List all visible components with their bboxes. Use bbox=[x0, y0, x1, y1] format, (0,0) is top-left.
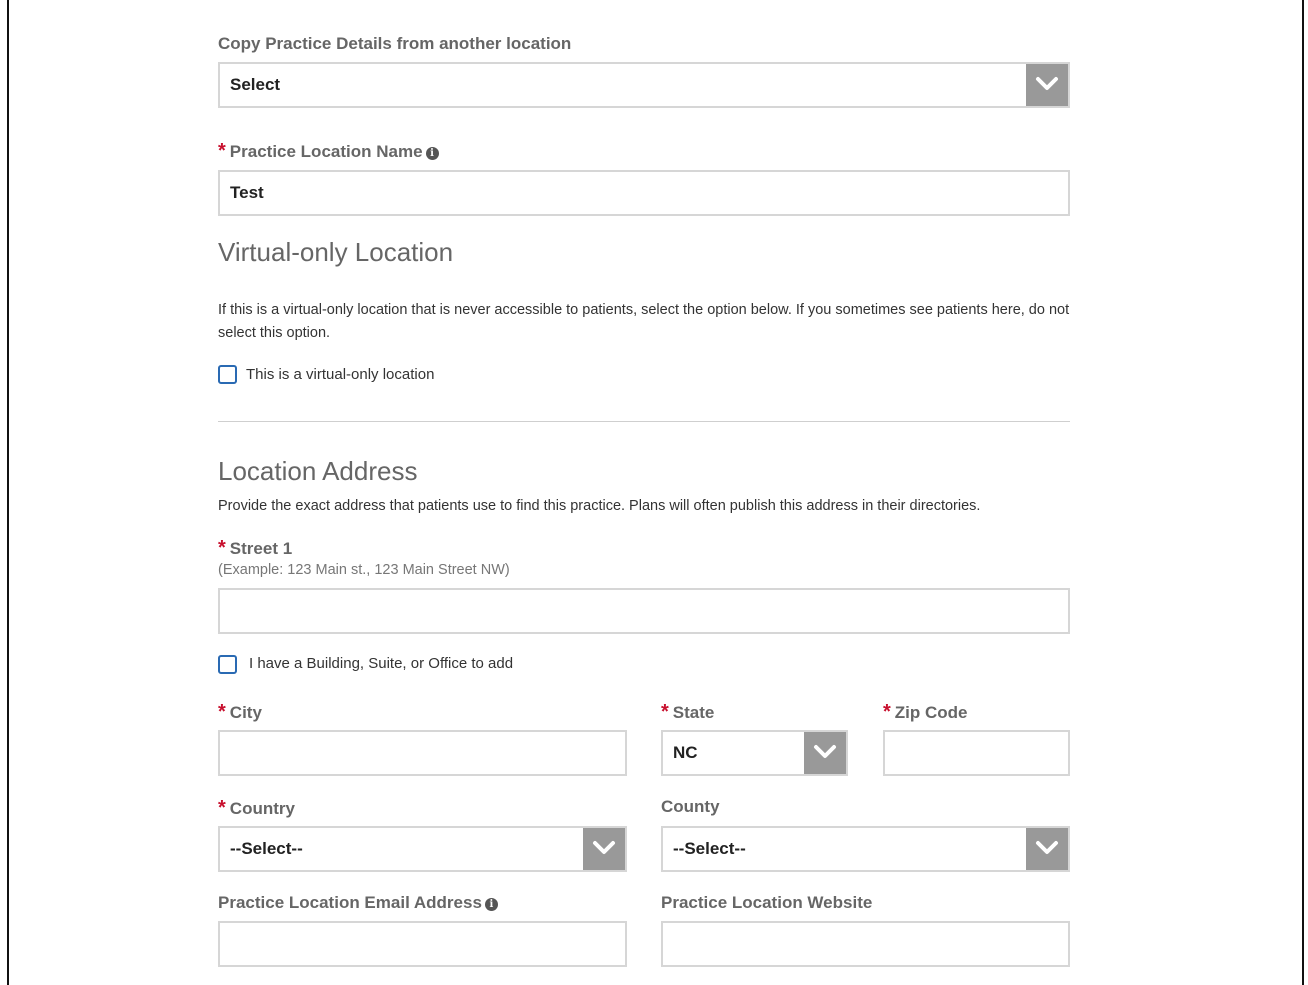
copy-details-label: Copy Practice Details from another locat… bbox=[218, 34, 572, 53]
address-description: Provide the exact address that patients … bbox=[218, 498, 981, 514]
zip-label-row: * Zip Code bbox=[883, 701, 968, 724]
virtual-only-checkbox[interactable] bbox=[218, 365, 237, 384]
virtual-only-checkbox-label[interactable]: This is a virtual-only location bbox=[246, 366, 434, 383]
suite-checkbox-label[interactable]: I have a Building, Suite, or Office to a… bbox=[249, 655, 513, 672]
email-input[interactable] bbox=[218, 921, 627, 967]
email-label: Practice Location Email Address bbox=[218, 893, 482, 912]
practice-name-input[interactable]: Test bbox=[218, 170, 1070, 216]
section-divider bbox=[218, 421, 1070, 422]
county-label: County bbox=[661, 797, 720, 816]
state-label: State bbox=[672, 703, 715, 722]
required-icon: * bbox=[883, 701, 891, 723]
country-select[interactable]: --Select-- bbox=[218, 826, 627, 872]
website-label: Practice Location Website bbox=[661, 893, 873, 912]
city-label-row: * City bbox=[218, 701, 262, 724]
address-heading: Location Address bbox=[218, 456, 418, 486]
suite-checkbox[interactable] bbox=[218, 655, 237, 674]
required-icon: * bbox=[218, 797, 226, 819]
chevron-down-icon[interactable] bbox=[804, 732, 846, 774]
street1-label: Street 1 bbox=[229, 539, 293, 558]
zip-input[interactable] bbox=[883, 730, 1070, 776]
info-icon[interactable]: i bbox=[425, 147, 439, 160]
country-label: Country bbox=[229, 799, 295, 818]
county-value: --Select-- bbox=[673, 839, 746, 858]
country-label-row: * Country bbox=[218, 797, 295, 820]
practice-name-value: Test bbox=[230, 183, 264, 202]
chevron-down-icon[interactable] bbox=[1026, 828, 1068, 870]
website-input[interactable] bbox=[661, 921, 1070, 967]
street1-hint: (Example: 123 Main st., 123 Main Street … bbox=[218, 562, 510, 578]
chevron-down-icon[interactable] bbox=[1026, 64, 1068, 106]
virtual-heading: Virtual-only Location bbox=[218, 237, 454, 267]
practice-name-label-row: * Practice Location Name i bbox=[218, 140, 439, 163]
city-label: City bbox=[229, 703, 262, 722]
copy-details-select[interactable]: Select bbox=[218, 62, 1070, 108]
required-icon: * bbox=[661, 701, 669, 723]
required-icon: * bbox=[218, 701, 226, 723]
street1-label-row: * Street 1 bbox=[218, 537, 292, 560]
email-label-row: Practice Location Email Address i bbox=[218, 893, 498, 913]
info-icon[interactable]: i bbox=[484, 898, 498, 911]
state-value: NC bbox=[673, 743, 698, 762]
page-frame bbox=[7, 0, 1304, 985]
required-icon: * bbox=[218, 537, 226, 559]
street1-input[interactable] bbox=[218, 588, 1070, 634]
required-icon: * bbox=[218, 140, 226, 162]
copy-details-value: Select bbox=[230, 75, 281, 94]
practice-name-label: Practice Location Name bbox=[229, 142, 423, 161]
zip-label: Zip Code bbox=[894, 703, 968, 722]
county-select[interactable]: --Select-- bbox=[661, 826, 1070, 872]
chevron-down-icon[interactable] bbox=[583, 828, 625, 870]
state-select[interactable]: NC bbox=[661, 730, 848, 776]
country-value: --Select-- bbox=[230, 839, 303, 858]
state-label-row: * State bbox=[661, 701, 714, 724]
city-input[interactable] bbox=[218, 730, 627, 776]
virtual-description: If this is a virtual-only location that … bbox=[218, 302, 1070, 341]
